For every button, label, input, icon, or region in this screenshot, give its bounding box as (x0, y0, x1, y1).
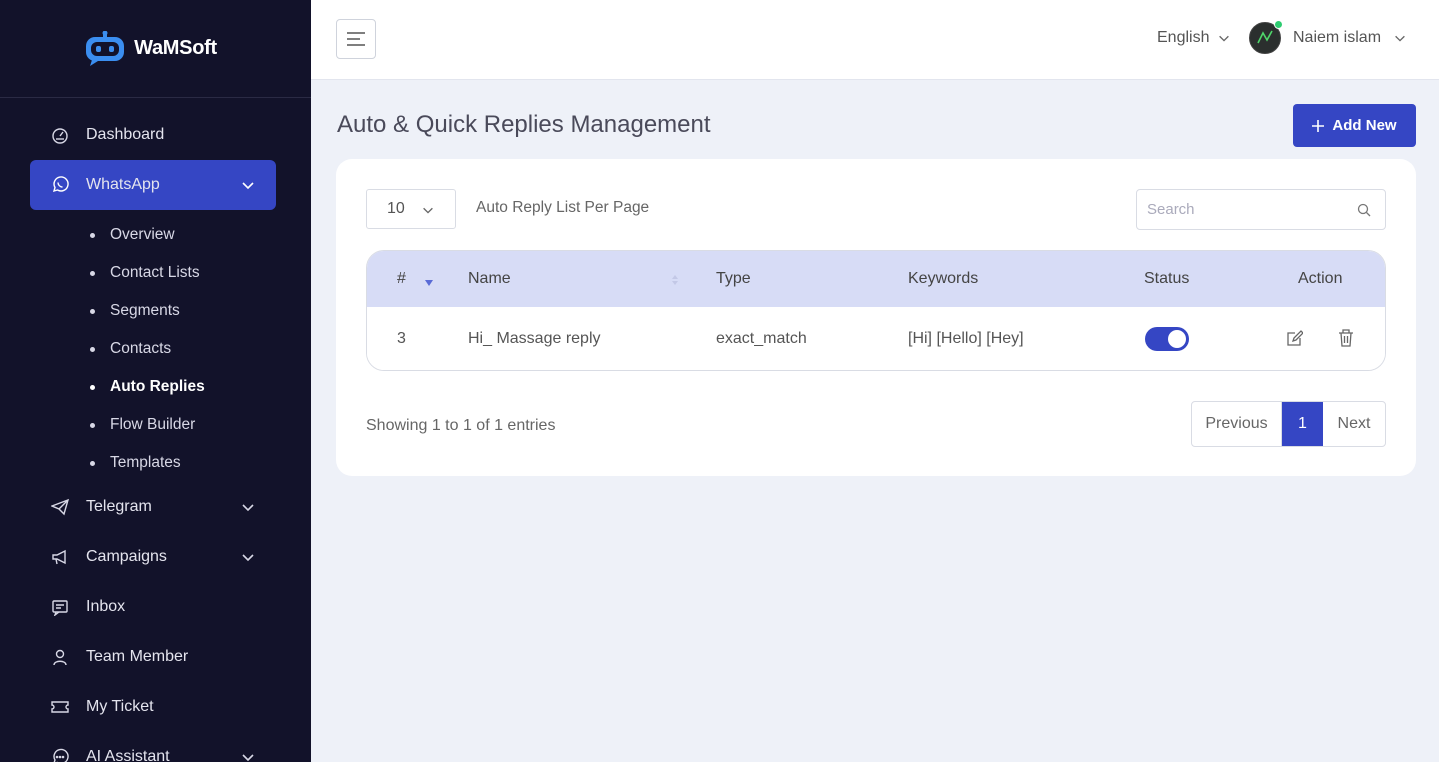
brand-name: WaMSoft (134, 37, 217, 59)
chat-icon (53, 748, 69, 762)
chevron-down-icon (1219, 35, 1230, 42)
per-page-value: 10 (387, 200, 405, 217)
column-header-name[interactable]: Name (468, 270, 511, 288)
sidebar-item-inbox[interactable]: Inbox (0, 582, 311, 632)
sidebar-item-label: WhatsApp (86, 176, 160, 193)
submenu-item-auto-replies[interactable]: Auto Replies (0, 368, 311, 406)
sidebar-item-label: Telegram (86, 498, 152, 515)
dashboard-icon (52, 128, 68, 144)
pagination: Previous 1 Next (1191, 401, 1386, 447)
column-header-id[interactable]: # (397, 270, 406, 288)
sidebar-item-label: My Ticket (86, 698, 154, 715)
showing-entries-text: Showing 1 to 1 of 1 entries (366, 417, 556, 434)
search-icon[interactable] (1357, 203, 1371, 217)
add-new-button[interactable]: Add New (1293, 104, 1416, 147)
user-menu[interactable]: Naiem islam (1249, 20, 1407, 54)
previous-page-button[interactable]: Previous (1192, 402, 1282, 446)
menu-toggle-button[interactable] (336, 19, 376, 59)
column-header-type: Type (716, 270, 751, 287)
auto-replies-card: 10 Auto Reply List Per Page # Name Type … (336, 159, 1416, 476)
submenu-item-contact-lists[interactable]: Contact Lists (0, 254, 311, 292)
status-toggle[interactable] (1145, 327, 1189, 351)
inbox-icon (52, 600, 68, 616)
plus-icon (1312, 119, 1325, 132)
user-icon (53, 649, 67, 666)
submenu-item-contacts[interactable]: Contacts (0, 330, 311, 368)
per-page-label: Auto Reply List Per Page (476, 199, 650, 216)
robot-logo-icon (86, 30, 125, 66)
online-status-dot (1274, 20, 1283, 29)
chevron-down-icon (242, 182, 254, 190)
edit-icon[interactable] (1287, 329, 1303, 347)
add-new-label: Add New (1332, 117, 1397, 134)
page-1-button[interactable]: 1 (1282, 402, 1323, 446)
submenu-item-segments[interactable]: Segments (0, 292, 311, 330)
chevron-down-icon (1395, 35, 1405, 42)
user-name: Naiem islam (1293, 29, 1382, 46)
per-page-select[interactable]: 10 (366, 189, 456, 229)
language-label: English (1157, 29, 1210, 46)
brand[interactable]: WaMSoft (0, 0, 311, 98)
cell-name: Hi_ Massage reply (468, 330, 601, 347)
sidebar: WaMSoft Dashboard WhatsApp Overview Cont… (0, 0, 311, 762)
sidebar-item-team-member[interactable]: Team Member (0, 632, 311, 682)
sort-icon[interactable] (672, 274, 678, 286)
column-header-status: Status (1144, 270, 1190, 287)
cell-id: 3 (397, 330, 406, 347)
chevron-down-icon (242, 554, 254, 562)
sidebar-item-label: Dashboard (86, 126, 165, 143)
sidebar-item-label: Team Member (86, 648, 189, 665)
chevron-down-icon (423, 207, 433, 214)
table-header-row: # Name Type Keywords Status Action (367, 251, 1385, 307)
avatar (1249, 20, 1283, 54)
sidebar-item-telegram[interactable]: Telegram (0, 482, 311, 532)
cell-keywords: [Hi] [Hello] [Hey] (908, 330, 1024, 347)
sidebar-item-dashboard[interactable]: Dashboard (0, 110, 311, 160)
megaphone-icon (52, 549, 66, 565)
sidebar-item-label: Campaigns (86, 548, 167, 565)
telegram-icon (51, 498, 69, 516)
language-selector[interactable]: English (1157, 29, 1231, 47)
table-row: 3 Hi_ Massage reply exact_match [Hi] [He… (367, 307, 1385, 370)
chevron-down-icon (242, 754, 254, 762)
hamburger-icon (347, 32, 365, 46)
topbar: English Naiem islam (311, 0, 1439, 80)
submenu-item-overview[interactable]: Overview (0, 216, 311, 254)
whatsapp-submenu: Overview Contact Lists Segments Contacts… (0, 210, 311, 482)
auto-replies-table: # Name Type Keywords Status Action 3 Hi_… (366, 250, 1386, 371)
sidebar-item-campaigns[interactable]: Campaigns (0, 532, 311, 582)
trash-icon[interactable] (1338, 329, 1354, 347)
cell-type: exact_match (716, 330, 807, 347)
sidebar-item-ai-assistant[interactable]: AI Assistant (0, 732, 311, 762)
page-title: Auto & Quick Replies Management (337, 111, 711, 138)
sidebar-item-whatsapp[interactable]: WhatsApp (30, 160, 276, 210)
search-box (1136, 189, 1386, 230)
chevron-down-icon (242, 504, 254, 512)
sort-desc-icon[interactable] (425, 279, 433, 287)
sidebar-item-label: Inbox (86, 598, 126, 615)
column-header-action: Action (1298, 270, 1343, 287)
sidebar-item-my-ticket[interactable]: My Ticket (0, 682, 311, 732)
sidebar-nav: Dashboard WhatsApp Overview Contact List… (0, 98, 311, 762)
whatsapp-icon (52, 176, 69, 193)
ticket-icon (51, 701, 69, 713)
search-input[interactable] (1147, 190, 1347, 229)
submenu-item-templates[interactable]: Templates (0, 444, 311, 482)
next-page-button[interactable]: Next (1323, 402, 1385, 446)
column-header-keywords: Keywords (908, 270, 979, 287)
sidebar-item-label: AI Assistant (86, 748, 170, 762)
submenu-item-flow-builder[interactable]: Flow Builder (0, 406, 311, 444)
